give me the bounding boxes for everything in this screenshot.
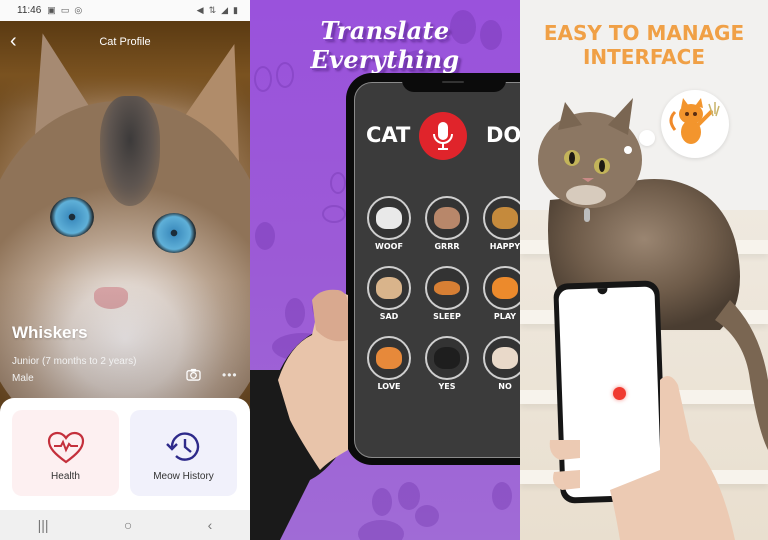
app-bar: ‹ Cat Profile <box>0 28 250 56</box>
sound-button-no[interactable] <box>483 336 520 380</box>
status-bar: 11:46 ▣ ▭ ◎ ◀ ⇅ ◢ ▮ <box>0 0 250 21</box>
sound-label: GRRR <box>434 242 460 251</box>
hand-illustration <box>549 376 735 540</box>
system-nav-bar: ||| ○ ‹ <box>0 510 250 540</box>
more-icon[interactable]: ••• <box>222 368 238 382</box>
actions-sheet: Health Meow History <box>0 398 250 510</box>
cat-eye-left <box>50 197 94 237</box>
meow-history-card-label: Meow History <box>153 471 214 482</box>
sound-button-play[interactable] <box>483 266 520 310</box>
sound-label: NO <box>498 382 512 391</box>
back-button[interactable]: ‹ <box>208 517 213 533</box>
image-icon: ▭ <box>60 5 70 15</box>
translate-title: Translate Everything <box>310 16 460 74</box>
camera-icon[interactable] <box>186 368 201 381</box>
sound-label: WOOF <box>375 242 403 251</box>
cat-sex: Male <box>12 373 34 384</box>
microphone-button[interactable] <box>419 112 467 160</box>
sound-label: HAPPY <box>489 242 520 251</box>
sound-button-love[interactable] <box>367 336 411 380</box>
sound-label: YES <box>438 382 456 391</box>
wifi-hotspot-icon: ◎ <box>74 5 83 15</box>
sound-button-woof[interactable] <box>367 196 411 240</box>
sound-label: PLAY <box>493 312 517 321</box>
signal-icon: ◢ <box>221 5 229 15</box>
cat-eye-right <box>152 213 196 253</box>
app-store-screenshots: 11:46 ▣ ▭ ◎ ◀ ⇅ ◢ ▮ ‹ Cat Profile Whiske… <box>0 0 768 540</box>
sound-button-yes[interactable] <box>425 336 469 380</box>
cat-name: Whiskers <box>12 323 88 342</box>
meow-history-card[interactable]: Meow History <box>130 410 237 496</box>
sound-button-sad[interactable] <box>367 266 411 310</box>
status-time: 11:46 <box>17 5 42 16</box>
data-icon: ⇅ <box>208 5 217 15</box>
page-title: Cat Profile <box>99 36 151 48</box>
to-language-label[interactable]: DOG <box>486 123 520 147</box>
microphone-icon <box>433 122 453 150</box>
easy-interface-promo: EASY TO MANAGE INTERFACE <box>520 0 768 540</box>
mute-icon: ◀ <box>196 5 204 15</box>
home-button[interactable]: ○ <box>124 517 132 533</box>
sound-label: SAD <box>379 312 399 321</box>
cat-profile-screen: 11:46 ▣ ▭ ◎ ◀ ⇅ ◢ ▮ ‹ Cat Profile Whiske… <box>0 0 250 540</box>
battery-icon: ▮ <box>233 5 238 15</box>
sound-button-sleep[interactable] <box>425 266 469 310</box>
from-language-label[interactable]: CAT <box>366 123 410 147</box>
cat-age-group: Junior (7 months to 2 years) <box>12 356 137 367</box>
health-card-label: Health <box>51 471 80 482</box>
phone-notch <box>402 73 506 92</box>
chevron-left-icon[interactable]: ‹ <box>10 30 17 52</box>
sound-button-grrr[interactable] <box>425 196 469 240</box>
sound-button-happy[interactable] <box>483 196 520 240</box>
recents-button[interactable]: ||| <box>38 517 49 533</box>
health-card[interactable]: Health <box>12 410 119 496</box>
message-icon: ▣ <box>47 5 56 15</box>
translate-promo: Translate Everything CAT DOG WOOF GRRR H… <box>250 0 520 540</box>
sound-label: LOVE <box>377 382 401 391</box>
heart-pulse-icon <box>47 431 84 464</box>
sound-label: SLEEP <box>433 312 461 321</box>
history-clock-icon <box>165 432 199 461</box>
